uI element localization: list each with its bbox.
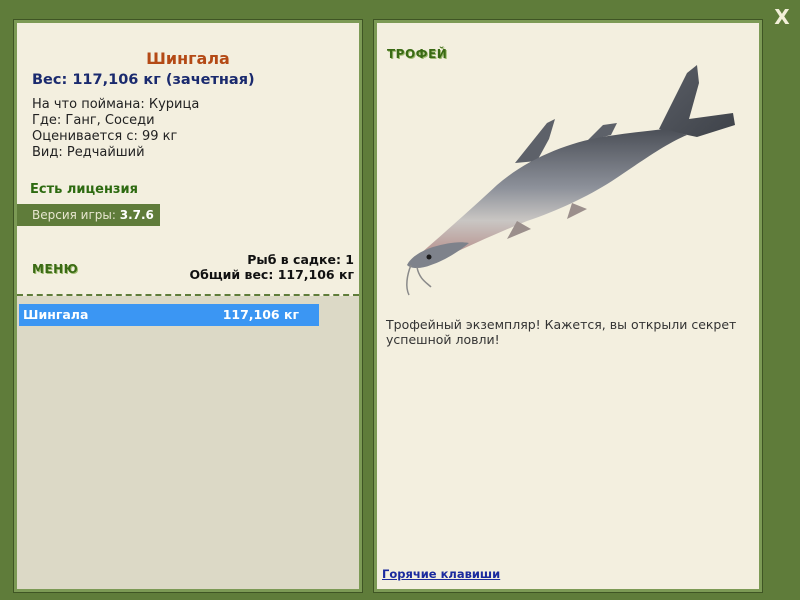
location-info: Где: Ганг, Соседи — [32, 113, 155, 128]
rated-from-info: Оценивается с: 99 кг — [32, 129, 178, 144]
hotkeys-link[interactable]: Горячие клавиши — [382, 567, 500, 581]
cage-fish-count: Рыб в садке: 1 — [247, 252, 354, 267]
version-value: 3.7.6 — [119, 208, 154, 222]
catch-item-weight: 117,106 кг — [222, 307, 299, 322]
cage-summary: Рыб в садке: 1 Общий вес: 117,106 кг — [190, 252, 355, 282]
menu-button[interactable]: МЕНЮ — [32, 262, 78, 276]
version-label: Версия игры: — [32, 208, 116, 222]
catch-list-item[interactable]: Шингала 117,106 кг — [19, 304, 319, 326]
cage-total-weight: Общий вес: 117,106 кг — [189, 267, 355, 282]
license-status: Есть лицензия — [30, 182, 138, 197]
fish-weight-line: Вес: 117,106 кг (зачетная) — [32, 72, 255, 88]
close-button[interactable]: X — [768, 4, 796, 30]
catch-list: Шингала 117,106 кг — [17, 296, 359, 589]
species-rarity-info: Вид: Редчайший — [32, 145, 145, 160]
fish-name-title: Шингала — [146, 49, 230, 68]
game-version-badge: Версия игры: 3.7.6 — [17, 204, 160, 226]
catch-item-name: Шингала — [23, 307, 89, 322]
trophy-description: Трофейный экземпляр! Кажется, вы открыли… — [386, 317, 737, 347]
fish-info-panel: Шингала Вес: 117,106 кг (зачетная) На чт… — [13, 19, 363, 593]
bait-info: На что поймана: Курица — [32, 97, 200, 112]
catfish-image — [406, 65, 735, 296]
trophy-panel: ТРОФЕЙ Трофейный экземпляр! Кажется, вы … — [373, 19, 763, 593]
